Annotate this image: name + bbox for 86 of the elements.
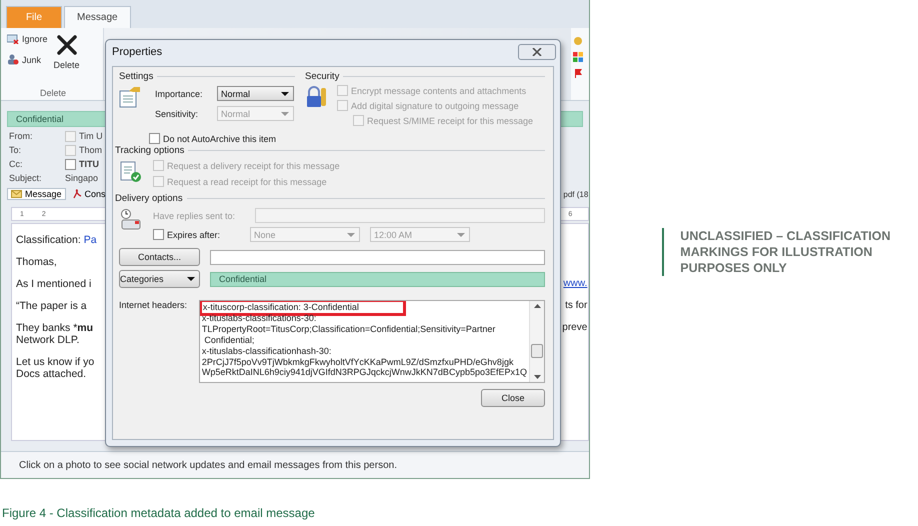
- body-text: Classification: Pa: [16, 234, 97, 246]
- importance-label: Importance:: [155, 88, 204, 98]
- section-title: Delivery options: [115, 193, 183, 204]
- contact-checkbox-icon: [65, 130, 76, 142]
- attachment-name[interactable]: pdf (18: [563, 190, 588, 198]
- section-title: Tracking options: [115, 145, 184, 156]
- body-text: They banks *mu: [16, 322, 94, 334]
- body-text: ts for: [565, 300, 588, 312]
- header-line: x-tituslabs-classifications-30:: [202, 312, 318, 324]
- delete-icon: [56, 34, 78, 56]
- header-line: 2PrCjJ7f5poVv9TjWbkmkgFkwyholtVfYcKKaPwmL9Z/dSmzfxuPHD/eGhv8jgk: [202, 356, 514, 368]
- checkbox-label: Request a read receipt for this message: [167, 176, 327, 186]
- document-hand-icon: [119, 86, 141, 108]
- body-text: Network DLP.: [16, 334, 80, 346]
- checkbox-label: Encrypt message contents and attachments: [351, 86, 526, 96]
- dialog-title: Properties: [112, 46, 162, 58]
- header-value: Tim U: [65, 130, 103, 142]
- header-line: x-tituslabs-classificationhash-30:: [202, 346, 332, 357]
- contacts-button[interactable]: Contacts...: [119, 248, 200, 266]
- checkbox-label: Do not AutoArchive this item: [163, 134, 276, 144]
- highlighted-header-line: x-tituscorp-classification: 3-Confidential: [202, 302, 403, 313]
- replies-field[interactable]: [255, 208, 545, 223]
- body-text: “The paper is a: [16, 300, 87, 312]
- ribbon-tab[interactable]: Message: [64, 6, 131, 28]
- checkbox-label: Add digital signature to outgoing message: [351, 100, 519, 110]
- close-icon: [532, 48, 542, 56]
- delete-button[interactable]: Delete: [54, 34, 80, 88]
- contact-checkbox-icon: [65, 144, 76, 156]
- replies-label: Have replies sent to:: [153, 210, 236, 220]
- side-note: UNCLASSIFIED – CLASSIFICATION MARKINGS FOR ILLUSTRATION PURPOSES ONLY: [662, 228, 918, 276]
- group-label: Delete: [38, 88, 67, 98]
- document-check-icon: [119, 160, 143, 184]
- categories-button[interactable]: Categories: [119, 270, 200, 288]
- header-line: Confidential;: [203, 334, 256, 346]
- header-label: From:: [9, 131, 34, 141]
- pdf-icon: [72, 189, 82, 199]
- body-text: preve: [562, 322, 588, 334]
- header-label: Cc:: [9, 159, 24, 169]
- scroll-up-icon[interactable]: [534, 304, 540, 308]
- checkbox-label: Expires after:: [167, 230, 222, 240]
- link[interactable]: www.: [563, 278, 588, 290]
- dropdown-caret-icon: [281, 92, 289, 96]
- status-bar: Click on a photo to see social network updates and email messages from this person.: [1, 451, 590, 478]
- section-title: Settings: [119, 71, 154, 82]
- color-grid-icon[interactable]: [573, 52, 584, 62]
- envelope-cross-icon: [7, 34, 19, 44]
- close-button[interactable]: Close: [481, 389, 545, 407]
- message-tab[interactable]: Cons: [68, 188, 110, 200]
- dropdown-caret-icon: [187, 277, 195, 281]
- category-field[interactable]: Confidential: [210, 272, 545, 286]
- dropdown-caret-icon: [457, 232, 465, 236]
- scrollbar-thumb[interactable]: [531, 344, 543, 358]
- header-line: TLPropertyRoot=TitusCorp;Classification=Confidential;Sensitivity=Partner: [202, 324, 496, 335]
- header-label: To:: [9, 145, 22, 155]
- scroll-down-icon[interactable]: [534, 375, 540, 379]
- dropdown-caret-icon: [347, 232, 355, 236]
- ignore-button[interactable]: Ignore: [7, 34, 48, 44]
- flag-icon[interactable]: [573, 68, 584, 78]
- person-block-icon: [7, 54, 19, 65]
- close-button[interactable]: [518, 44, 556, 60]
- body-text: Let us know if yo: [16, 356, 94, 368]
- header-label: Subject:: [9, 173, 43, 183]
- sensitivity-label: Sensitivity:: [155, 108, 200, 118]
- checkbox-label: Request S/MIME receipt for this message: [367, 116, 534, 126]
- message-tab[interactable]: Message: [7, 188, 66, 200]
- header-value: TITU: [65, 158, 99, 170]
- importance-dropdown[interactable]: Normal: [217, 86, 294, 101]
- junk-button[interactable]: Junk: [7, 54, 48, 65]
- body-text: Docs attached.: [16, 368, 86, 380]
- body-text: As I mentioned i: [16, 278, 92, 290]
- checkbox[interactable]: [153, 229, 164, 240]
- checkbox[interactable]: [149, 133, 160, 144]
- stopwatch-tray-icon: [119, 208, 143, 232]
- figure-caption: Figure 4 - Classification metadata added to email message: [2, 506, 316, 520]
- header-value: Thom: [65, 144, 102, 156]
- padlock-key-icon: [305, 85, 329, 109]
- checkbox-label: Request a delivery receipt for this message: [167, 160, 340, 170]
- body-text: Thomas,: [16, 256, 57, 268]
- headers-field[interactable]: [198, 300, 545, 383]
- headers-label: Internet headers:: [119, 300, 188, 310]
- dropdown-caret-icon: [281, 112, 289, 116]
- header-line: Wp5eRktDaINL6h9ciy941djVGIfdN3RPGJqckcjWnwJkKN7dBCypb5po3EfEPx1Q: [202, 367, 527, 378]
- contacts-field[interactable]: [210, 250, 545, 264]
- header-value: Singapo: [65, 173, 98, 183]
- section-title: Security: [305, 71, 340, 82]
- envelope-icon: [11, 190, 22, 198]
